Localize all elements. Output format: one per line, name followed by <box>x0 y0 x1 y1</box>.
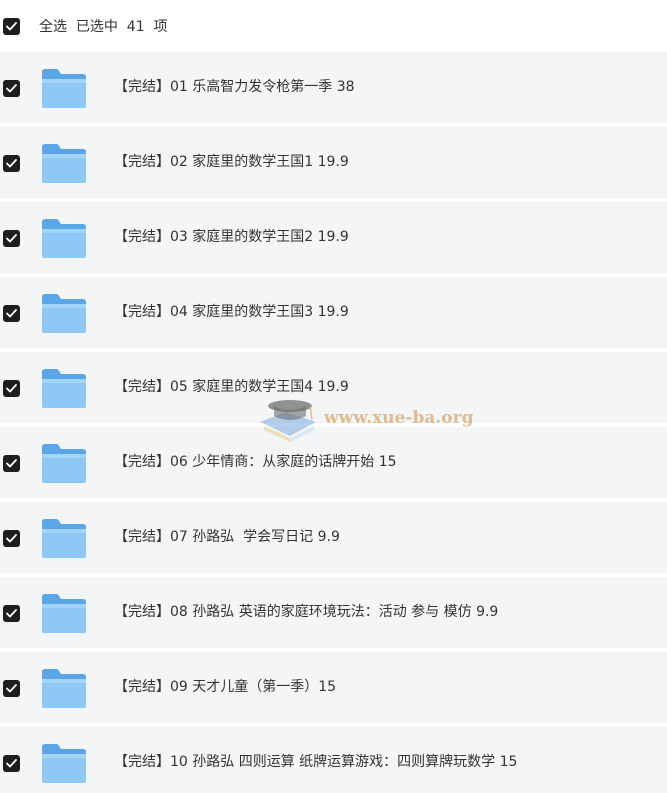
folder-icon <box>41 292 87 334</box>
file-row[interactable]: 【完结】03 家庭里的数学王国2 19.9 <box>0 202 667 273</box>
row-checkbox[interactable] <box>3 755 20 772</box>
file-name[interactable]: 【完结】07 孙路弘 学会写日记 9.9 <box>114 527 340 547</box>
folder-icon <box>41 367 87 409</box>
folder-icon <box>41 217 87 259</box>
checkmark-icon <box>6 84 17 93</box>
file-row[interactable]: 【完结】07 孙路弘 学会写日记 9.9 <box>0 502 667 573</box>
row-checkbox[interactable] <box>3 680 20 697</box>
selection-count-text: 全选 已选中 41 项 <box>39 19 168 35</box>
checkmark-icon <box>6 459 17 468</box>
file-row[interactable]: 【完结】10 孙路弘 四则运算 纸牌运算游戏：四则算牌玩数学 15 <box>0 727 667 793</box>
file-list-screen: 全选 已选中 41 项 【完结】01 乐高智力发令枪第一季 38 【完结】02 家… <box>0 0 667 793</box>
row-checkbox[interactable] <box>3 455 20 472</box>
file-name[interactable]: 【完结】03 家庭里的数学王国2 19.9 <box>114 227 349 247</box>
checkmark-icon <box>6 684 17 693</box>
file-row[interactable]: 【完结】09 天才儿童（第一季）15 <box>0 652 667 723</box>
folder-icon <box>41 592 87 634</box>
file-name[interactable]: 【完结】09 天才儿童（第一季）15 <box>114 677 336 697</box>
row-checkbox[interactable] <box>3 305 20 322</box>
checkmark-icon <box>6 609 17 618</box>
checkmark-icon <box>6 159 17 168</box>
file-name[interactable]: 【完结】10 孙路弘 四则运算 纸牌运算游戏：四则算牌玩数学 15 <box>114 752 517 772</box>
file-name[interactable]: 【完结】04 家庭里的数学王国3 19.9 <box>114 302 349 322</box>
file-row[interactable]: 【完结】02 家庭里的数学王国1 19.9 <box>0 127 667 198</box>
row-checkbox[interactable] <box>3 380 20 397</box>
file-name[interactable]: 【完结】02 家庭里的数学王国1 19.9 <box>114 152 349 172</box>
folder-icon <box>41 742 87 784</box>
file-name[interactable]: 【完结】01 乐高智力发令枪第一季 38 <box>114 77 355 97</box>
folder-icon <box>41 667 87 709</box>
row-checkbox[interactable] <box>3 530 20 547</box>
file-row[interactable]: 【完结】06 少年情商：从家庭的话牌开始 15 <box>0 427 667 498</box>
checkmark-icon <box>6 534 17 543</box>
file-row[interactable]: 【完结】05 家庭里的数学王国4 19.9 <box>0 352 667 423</box>
file-name[interactable]: 【完结】08 孙路弘 英语的家庭环境玩法：活动 参与 模仿 9.9 <box>114 602 498 622</box>
checkmark-icon <box>6 22 17 31</box>
checkmark-icon <box>6 234 17 243</box>
row-checkbox[interactable] <box>3 230 20 247</box>
folder-icon <box>41 517 87 559</box>
folder-icon <box>41 67 87 109</box>
checkmark-icon <box>6 309 17 318</box>
file-name[interactable]: 【完结】06 少年情商：从家庭的话牌开始 15 <box>114 452 397 472</box>
file-row[interactable]: 【完结】08 孙路弘 英语的家庭环境玩法：活动 参与 模仿 9.9 <box>0 577 667 648</box>
row-checkbox[interactable] <box>3 155 20 172</box>
folder-icon <box>41 142 87 184</box>
folder-icon <box>41 442 87 484</box>
file-row[interactable]: 【完结】01 乐高智力发令枪第一季 38 <box>0 52 667 123</box>
row-checkbox[interactable] <box>3 80 20 97</box>
checkmark-icon <box>6 384 17 393</box>
file-name[interactable]: 【完结】05 家庭里的数学王国4 19.9 <box>114 377 349 397</box>
file-row[interactable]: 【完结】04 家庭里的数学王国3 19.9 <box>0 277 667 348</box>
checkmark-icon <box>6 759 17 768</box>
select-all-checkbox[interactable] <box>3 18 20 35</box>
row-checkbox[interactable] <box>3 605 20 622</box>
selection-header: 全选 已选中 41 项 <box>0 0 667 52</box>
